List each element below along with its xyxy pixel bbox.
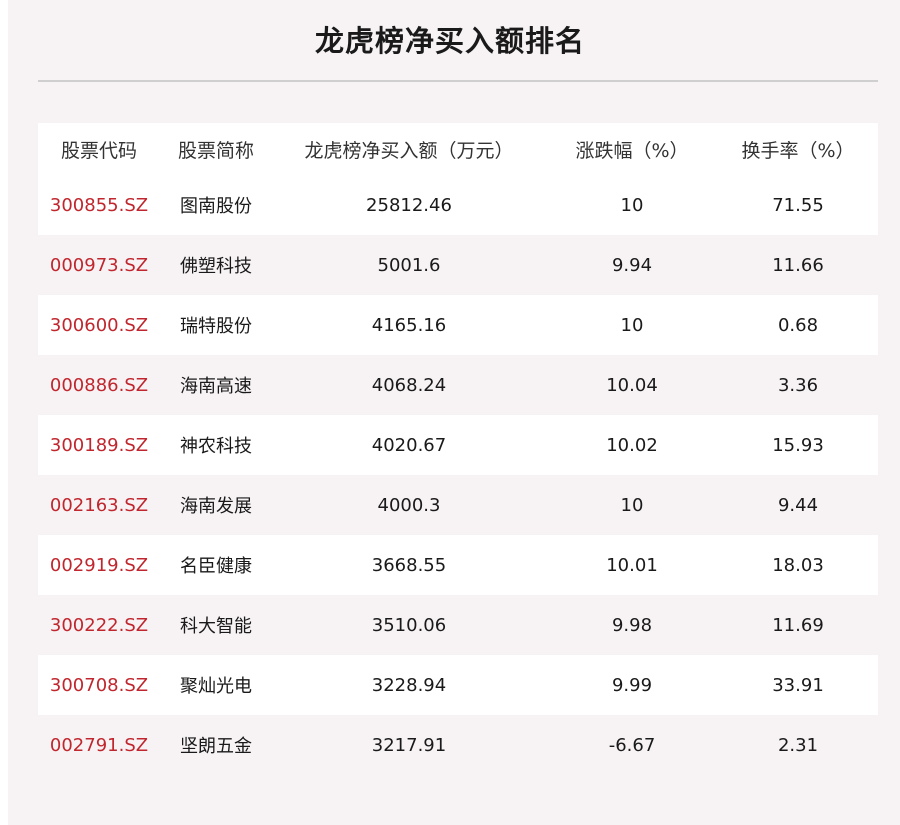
- change-pct-cell: -6.67: [608, 734, 656, 756]
- header-stock-name: 股票简称: [177, 139, 254, 162]
- table-row: 000886.SZ 海南高速 4068.24 10.04 3.36: [38, 355, 878, 415]
- stock-name-cell: 海南高速: [180, 376, 252, 397]
- turnover-cell: 71.55: [772, 194, 824, 216]
- net-buy-cell: 4000.3: [377, 494, 441, 516]
- table-row: 300600.SZ 瑞特股份 4165.16 10 0.68: [38, 295, 878, 355]
- header-stock-code: 股票代码: [60, 139, 137, 162]
- header-change-pct: 涨跌幅（%）: [575, 139, 689, 162]
- title-divider: [38, 80, 878, 82]
- stock-code-cell: 300855.SZ: [49, 194, 149, 216]
- stock-name-cell: 坚朗五金: [180, 736, 252, 757]
- table-row: 002163.SZ 海南发展 4000.3 10 9.44: [38, 475, 878, 535]
- net-buy-cell: 3228.94: [371, 674, 447, 696]
- stock-code-cell: 300708.SZ: [49, 674, 149, 696]
- header-net-buy: 龙虎榜净买入额（万元）: [304, 139, 514, 162]
- net-buy-cell: 4020.67: [371, 434, 447, 456]
- change-pct-cell: 9.99: [611, 674, 653, 696]
- change-pct-cell: 10: [620, 194, 644, 216]
- page-title: 龙虎榜净买入额排名: [314, 24, 585, 58]
- table-row: 002791.SZ 坚朗五金 3217.91 -6.67 2.31: [38, 715, 878, 775]
- net-buy-cell: 4165.16: [371, 314, 447, 336]
- stock-name-cell: 科大智能: [180, 616, 252, 637]
- turnover-cell: 15.93: [772, 434, 824, 456]
- turnover-cell: 3.36: [777, 374, 819, 396]
- net-buy-cell: 4068.24: [371, 374, 447, 396]
- turnover-cell: 11.66: [772, 254, 824, 276]
- change-pct-cell: 10: [620, 314, 644, 336]
- stock-name-cell: 瑞特股份: [180, 316, 252, 337]
- stock-code-cell: 000886.SZ: [49, 374, 149, 396]
- table-row: 300708.SZ 聚灿光电 3228.94 9.99 33.91: [38, 655, 878, 715]
- stock-name-cell: 佛塑科技: [180, 256, 252, 277]
- table-header-row: 股票代码 股票简称 龙虎榜净买入额（万元） 涨跌幅（%） 换手率（%）: [38, 123, 878, 175]
- stock-name-cell: 名臣健康: [180, 556, 252, 577]
- net-buy-cell: 25812.46: [366, 194, 452, 216]
- header-turnover: 换手率（%）: [741, 139, 855, 162]
- ranking-table: 股票代码 股票简称 龙虎榜净买入额（万元） 涨跌幅（%） 换手率（%） 3008…: [38, 123, 878, 775]
- net-buy-cell: 3668.55: [371, 554, 447, 576]
- change-pct-cell: 10.01: [606, 554, 658, 576]
- table-row: 002919.SZ 名臣健康 3668.55 10.01 18.03: [38, 535, 878, 595]
- turnover-cell: 0.68: [777, 314, 819, 336]
- turnover-cell: 18.03: [772, 554, 824, 576]
- stock-code-cell: 300600.SZ: [49, 314, 149, 336]
- turnover-cell: 11.69: [772, 614, 824, 636]
- net-buy-cell: 3510.06: [371, 614, 447, 636]
- change-pct-cell: 10.02: [606, 434, 658, 456]
- stock-code-cell: 002163.SZ: [49, 494, 149, 516]
- stock-code-cell: 300222.SZ: [49, 614, 149, 636]
- stock-name-cell: 图南股份: [180, 196, 252, 217]
- stock-name-cell: 聚灿光电: [180, 676, 252, 697]
- change-pct-cell: 9.94: [611, 254, 653, 276]
- net-buy-cell: 3217.91: [371, 734, 447, 756]
- turnover-cell: 33.91: [772, 674, 824, 696]
- stock-code-cell: 000973.SZ: [49, 254, 149, 276]
- stock-code-cell: 300189.SZ: [49, 434, 149, 456]
- table-row: 000973.SZ 佛塑科技 5001.6 9.94 11.66: [38, 235, 878, 295]
- stock-name-cell: 海南发展: [180, 496, 252, 517]
- change-pct-cell: 10: [620, 494, 644, 516]
- net-buy-cell: 5001.6: [377, 254, 441, 276]
- change-pct-cell: 10.04: [606, 374, 658, 396]
- table-row: 300189.SZ 神农科技 4020.67 10.02 15.93: [38, 415, 878, 475]
- stock-code-cell: 002919.SZ: [49, 554, 149, 576]
- stock-code-cell: 002791.SZ: [49, 734, 149, 756]
- turnover-cell: 9.44: [777, 494, 819, 516]
- stock-name-cell: 神农科技: [180, 436, 252, 457]
- table-row: 300222.SZ 科大智能 3510.06 9.98 11.69: [38, 595, 878, 655]
- change-pct-cell: 9.98: [611, 614, 653, 636]
- table-row: 300855.SZ 图南股份 25812.46 10 71.55: [38, 175, 878, 235]
- turnover-cell: 2.31: [777, 734, 819, 756]
